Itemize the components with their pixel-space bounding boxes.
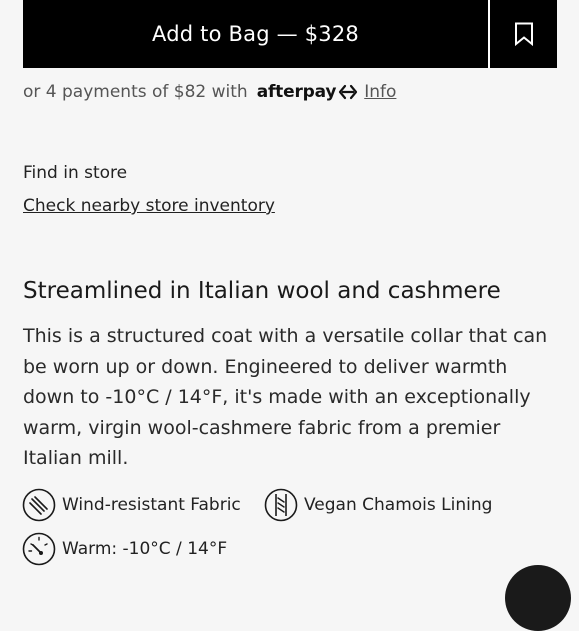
feature-warmth-rating: Warm: -10°C / 14°F (22, 532, 227, 566)
afterpay-info-link[interactable]: Info (364, 82, 396, 102)
lining-icon (264, 488, 298, 522)
installments-text: or 4 payments of $82 with (23, 82, 248, 102)
afterpay-logo: afterpay (257, 82, 359, 102)
feature-lining: Vegan Chamois Lining (264, 488, 492, 522)
temperature-gauge-icon (22, 532, 56, 566)
afterpay-logo-text: afterpay (256, 82, 337, 102)
chat-button[interactable] (505, 565, 571, 631)
feature-wind-resistant: Wind-resistant Fabric (22, 488, 241, 522)
afterpay-arrows-icon (339, 84, 358, 100)
find-in-store-label: Find in store (23, 163, 128, 183)
feature-label: Vegan Chamois Lining (304, 495, 493, 515)
product-description: This is a structured coat with a versati… (23, 325, 548, 469)
wind-resistant-icon (22, 488, 56, 522)
purchase-bar: Add to Bag — $328 (23, 0, 557, 68)
save-to-wishlist-button[interactable] (490, 0, 557, 68)
add-to-bag-button[interactable]: Add to Bag — $328 (23, 0, 488, 68)
bookmark-icon (514, 22, 533, 46)
check-store-inventory-link[interactable]: Check nearby store inventory (23, 196, 275, 216)
installment-payments: or 4 payments of $82 with afterpay Info (23, 78, 396, 106)
feature-label: Warm: -10°C / 14°F (62, 539, 228, 559)
feature-label: Wind-resistant Fabric (62, 495, 241, 515)
product-headline: Streamlined in Italian wool and cashmere (23, 278, 501, 304)
